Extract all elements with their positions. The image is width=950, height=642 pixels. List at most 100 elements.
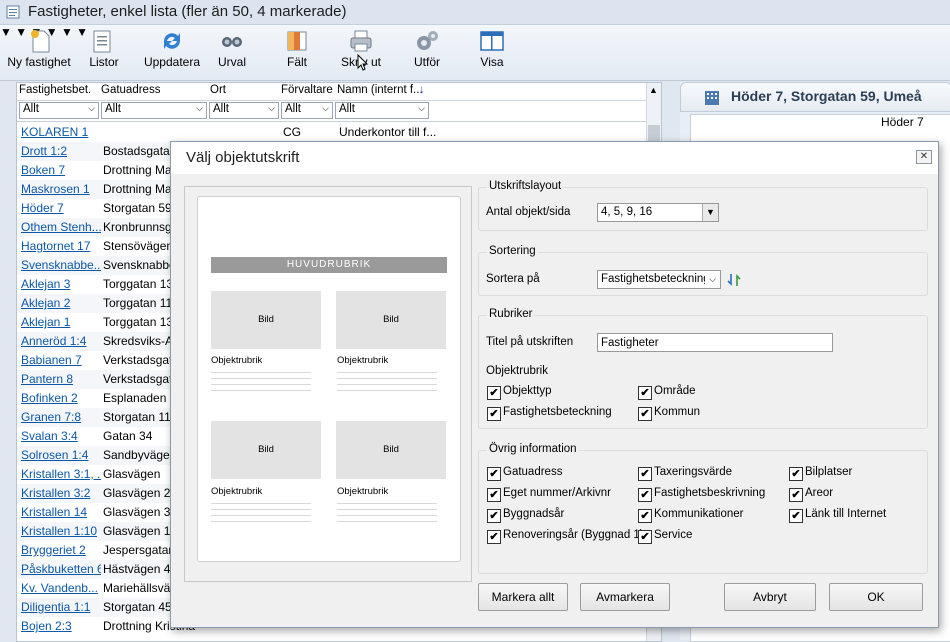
table-cell: Underkontor till f...: [339, 125, 437, 139]
dialog-title: Välj objektutskrift: [186, 149, 300, 166]
column-header-manager[interactable]: Förvaltare: [281, 84, 333, 96]
property-link[interactable]: Kv. Vandenb...: [21, 581, 101, 595]
filter-name[interactable]: Allt ⌵: [335, 102, 429, 119]
select-all-button[interactable]: Markera allt: [478, 583, 568, 611]
filter-manager[interactable]: Allt ⌵: [281, 102, 333, 119]
dialog-title-bar: Välj objektutskrift ✕: [171, 142, 938, 174]
new-document-icon: [31, 30, 50, 53]
other-info-group-title: Övrig information: [487, 443, 579, 455]
objects-per-page-select[interactable]: 4, 5, 9, 16 ▼: [597, 203, 719, 222]
property-link[interactable]: Svensknabbe...: [21, 258, 101, 272]
fields-button[interactable]: Fält: [282, 25, 312, 79]
property-link[interactable]: Diligentia 1:1: [21, 600, 101, 614]
column-header-address[interactable]: Gatuadress: [101, 84, 205, 96]
title-bar: Fastigheter, enkel lista (fler än 50, 4 …: [0, 0, 950, 25]
grid-filter-row: Allt ⌵ Allt ⌵ Allt ⌵ Allt ⌵ Allt ⌵: [17, 101, 661, 122]
table-row[interactable]: KOLAREN 1 CG Underkontor till f...: [17, 123, 647, 142]
mouse-cursor-icon: [357, 54, 369, 71]
binoculars-icon: [222, 37, 242, 47]
detail-title: Höder 7, Storgatan 59, Umeå: [731, 88, 922, 104]
property-link[interactable]: Aklejan 2: [21, 296, 101, 310]
property-link[interactable]: Kristallen 3:1, ...: [21, 467, 101, 481]
property-link[interactable]: Granen 7:8: [21, 410, 101, 424]
property-link[interactable]: Othem Stenh...: [21, 220, 101, 234]
sort-direction-icon[interactable]: [727, 272, 743, 288]
scroll-up-icon: ▲: [649, 85, 658, 95]
property-link[interactable]: Bofinken 2: [21, 391, 101, 405]
chevron-down-icon: ⌵: [268, 103, 275, 113]
property-link[interactable]: KOLAREN 1: [21, 125, 101, 139]
lists-button[interactable]: Listor: [84, 25, 124, 79]
refresh-icon: [164, 33, 180, 49]
property-link[interactable]: Solrosen 1:4: [21, 448, 101, 462]
grid-header: Fastighetsbet. Gatuadress Ort Förvaltare…: [17, 83, 661, 101]
layout-group: Utskriftslayout Antal objekt/sida 4, 5, …: [478, 180, 928, 231]
property-link[interactable]: Hagtornet 17: [21, 239, 101, 253]
property-link[interactable]: Kristallen 3:2: [21, 486, 101, 500]
column-header-name[interactable]: Namn (internt f...: [337, 84, 423, 96]
preview-image: Bild: [211, 291, 321, 349]
window-title: Fastigheter, enkel lista (fler än 50, 4 …: [28, 3, 347, 20]
preview-object-heading: Objektrubrik: [211, 486, 263, 497]
building-icon: [705, 91, 719, 105]
property-link[interactable]: Boken 7: [21, 163, 101, 177]
other-info-group: Övrig information ✔ Gatuadress ✔ Taxerings…: [478, 443, 928, 574]
chevron-down-icon: ⌵: [322, 103, 329, 113]
property-link[interactable]: Aklejan 1: [21, 315, 101, 329]
objects-per-page-label: Antal objekt/sida: [486, 206, 571, 218]
property-link[interactable]: Pantern 8: [21, 372, 101, 386]
property-link[interactable]: Babianen 7: [21, 353, 101, 367]
property-link[interactable]: Maskrosen 1: [21, 182, 101, 196]
preview-object-heading: Objektrubrik: [337, 355, 389, 366]
property-link[interactable]: Svalan 3:4: [21, 429, 101, 443]
chevron-down-icon: ⌵: [88, 103, 95, 113]
property-link[interactable]: Påskbuketten 6: [21, 562, 101, 576]
property-link[interactable]: Aklejan 3: [21, 277, 101, 291]
printer-icon: [350, 30, 372, 52]
preview-image: Bild: [211, 421, 321, 479]
table-cell: CG: [283, 125, 301, 139]
headings-group: Rubriker Titel på utskriften Objektrubri…: [478, 308, 928, 429]
preview-banner: HUVUDRUBRIK: [211, 257, 447, 273]
columns-icon: [287, 31, 307, 51]
headings-group-title: Rubriker: [487, 308, 535, 320]
cancel-button[interactable]: Avbryt: [724, 583, 816, 611]
column-header-property[interactable]: Fastighetsbet.: [19, 84, 99, 96]
filter-address[interactable]: Allt ⌵: [101, 102, 207, 119]
property-link[interactable]: Bojen 2:3: [21, 619, 101, 633]
preview-object-heading: Objektrubrik: [211, 355, 263, 366]
detail-header: Höder 7, Storgatan 59, Umeå: [680, 82, 950, 112]
detail-field-value: Höder 7: [881, 115, 924, 129]
chevron-down-icon: ▼: [702, 204, 718, 221]
sort-by-select[interactable]: Fastighetsbeteckning ⌵: [597, 270, 721, 289]
print-title-input[interactable]: [597, 333, 833, 352]
view-button[interactable]: Visa: [474, 25, 510, 79]
chevron-down-icon: ⌵: [418, 103, 425, 113]
gears-icon: [417, 31, 438, 50]
toolbar: Ny fastighet Listor ▼ Uppdatera Urval ▼ …: [0, 25, 950, 81]
layout-group-title: Utskriftslayout: [487, 180, 564, 192]
deselect-button[interactable]: Avmarkera: [580, 583, 670, 611]
property-link[interactable]: Drott 1:2: [21, 144, 101, 158]
execute-button[interactable]: Utför: [408, 25, 446, 79]
refresh-button[interactable]: Uppdatera: [143, 25, 201, 79]
sort-arrow-icon[interactable]: ↓: [419, 84, 425, 96]
close-icon[interactable]: ✕: [916, 150, 932, 164]
print-title-label: Titel på utskriften: [486, 336, 574, 348]
print-dialog: Välj objektutskrift ✕ HUVUDRUBRIK Bild B…: [170, 141, 939, 628]
selection-button[interactable]: Urval: [214, 25, 250, 79]
property-link[interactable]: Bryggeriet 2: [21, 543, 101, 557]
sort-group-title: Sortering: [487, 245, 538, 257]
sort-group: Sortering Sortera på Fastighetsbetecknin…: [478, 245, 928, 296]
property-link[interactable]: Kristallen 1:10: [21, 524, 101, 538]
property-link[interactable]: Kristallen 14: [21, 505, 101, 519]
new-property-button[interactable]: Ny fastighet: [6, 25, 72, 79]
property-link[interactable]: Anneröd 1:4: [21, 334, 101, 348]
property-link[interactable]: Höder 7: [21, 201, 101, 215]
column-header-city[interactable]: Ort: [210, 84, 276, 96]
sort-by-label: Sortera på: [486, 273, 540, 285]
ok-button[interactable]: OK: [829, 583, 923, 611]
filter-city[interactable]: Allt ⌵: [209, 102, 279, 119]
layout-preview: HUVUDRUBRIK Bild Bild Objektrubrik Objek…: [184, 186, 472, 582]
filter-property[interactable]: Allt ⌵: [19, 102, 99, 119]
